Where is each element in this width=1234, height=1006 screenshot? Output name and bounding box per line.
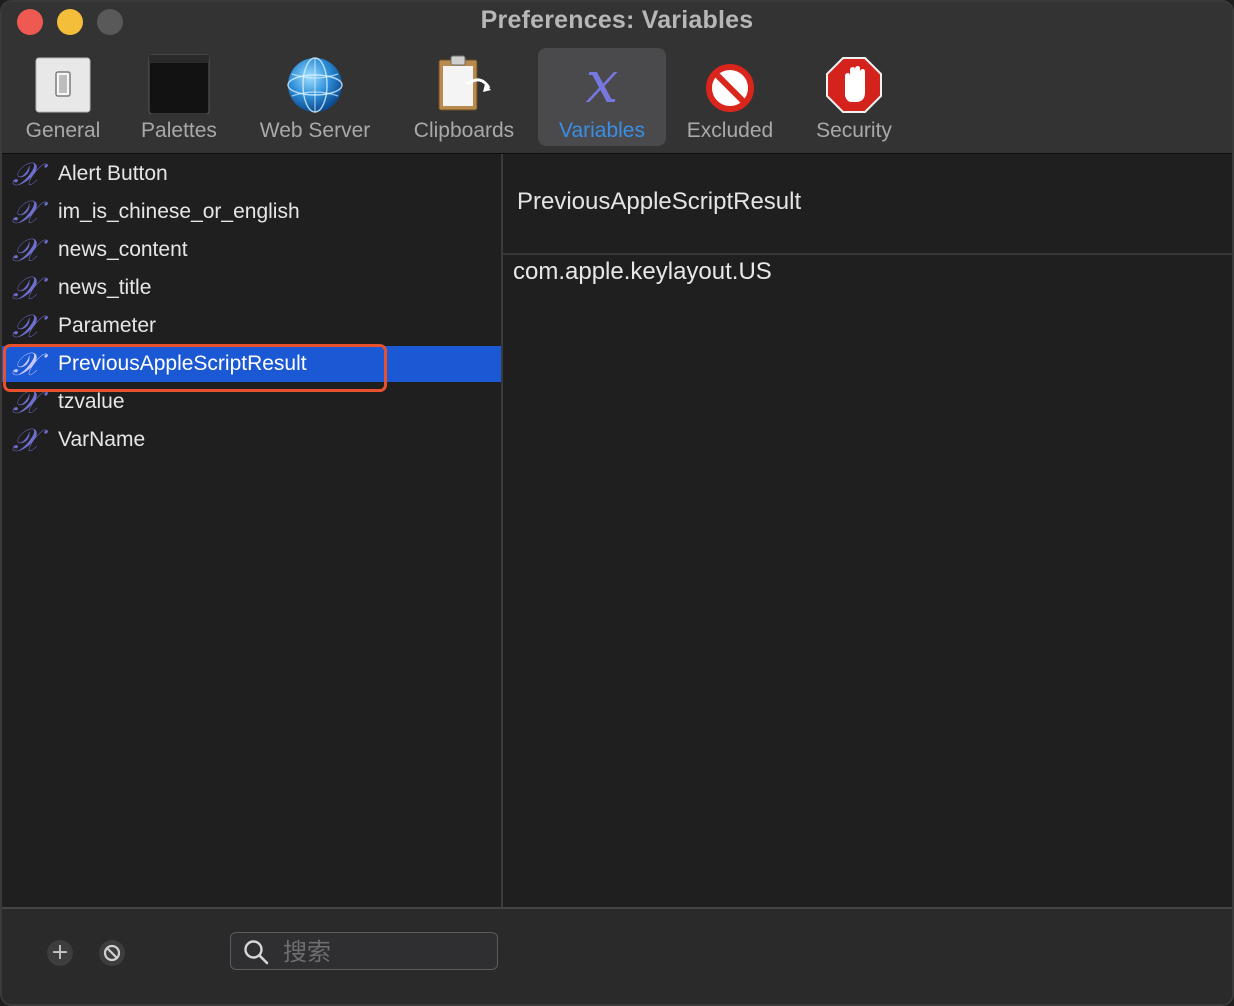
variable-name: PreviousAppleScriptResult <box>58 352 307 375</box>
variable-row-im-is-chinese-or-english[interactable]: 𝒳 im_is_chinese_or_english <box>2 194 501 230</box>
detail-divider <box>503 253 1232 255</box>
palettes-icon <box>148 54 210 114</box>
tab-web-server-label: Web Server <box>259 119 371 142</box>
tab-clipboards-label: Clipboards <box>413 119 515 142</box>
tab-excluded-label: Excluded <box>686 119 774 142</box>
search-field[interactable] <box>230 932 498 970</box>
variable-x-icon: x <box>586 52 619 114</box>
variable-icon: 𝒳 <box>12 421 40 459</box>
variable-row-tzvalue[interactable]: 𝒳 tzvalue <box>2 384 501 420</box>
variable-row-alert-button[interactable]: 𝒳 Alert Button <box>2 156 501 192</box>
window-title: Preferences: Variables <box>480 6 754 34</box>
variable-row-news-content[interactable]: 𝒳 news_content <box>2 232 501 268</box>
variable-name: Alert Button <box>58 162 168 185</box>
search-icon <box>244 940 269 965</box>
tab-palettes[interactable]: Palettes <box>129 48 229 146</box>
globe-icon <box>287 57 343 113</box>
tab-palettes-label: Palettes <box>141 119 217 142</box>
plus-icon: + <box>50 940 70 965</box>
tab-clipboards[interactable]: Clipboards <box>400 48 528 146</box>
preferences-window: Preferences: Variables General Palettes <box>0 0 1234 1006</box>
general-switch-icon <box>35 57 91 113</box>
variable-name: tzvalue <box>58 390 125 413</box>
search-input[interactable] <box>281 936 495 968</box>
add-variable-button[interactable]: + <box>47 940 73 966</box>
clipboard-icon <box>438 55 491 111</box>
variable-icon: 𝒳 <box>12 193 40 231</box>
variable-row-news-title[interactable]: 𝒳 news_title <box>2 270 501 306</box>
tab-web-server[interactable]: Web Server <box>247 48 383 146</box>
tab-general-label: General <box>25 119 101 142</box>
variable-name: Parameter <box>58 314 157 337</box>
variable-icon: 𝒳 <box>12 155 40 193</box>
variable-detail-name: PreviousAppleScriptResult <box>517 188 802 215</box>
tab-security-label: Security <box>816 119 892 142</box>
tab-general[interactable]: General <box>12 48 114 146</box>
variable-name: VarName <box>58 428 146 451</box>
variable-icon: 𝒳 <box>12 307 40 345</box>
tab-variables[interactable]: x Variables <box>538 48 666 146</box>
variable-row-varname[interactable]: 𝒳 VarName <box>2 422 501 458</box>
bottom-bar: + <box>2 907 1232 1004</box>
toolbar: Preferences: Variables General Palettes <box>2 2 1232 154</box>
variable-icon: 𝒳 <box>12 269 40 307</box>
variable-icon: 𝒳 <box>12 383 40 421</box>
tab-security[interactable]: Security <box>802 48 906 146</box>
variable-icon: 𝒳 <box>12 231 40 269</box>
variable-row-previousapplescriptresult[interactable]: 𝒳 PreviousAppleScriptResult <box>2 346 501 382</box>
variable-list[interactable]: 𝒳 Alert Button 𝒳 im_is_chinese_or_englis… <box>2 154 503 907</box>
stop-hand-icon <box>826 57 882 113</box>
delete-circle-slash-icon <box>103 944 121 962</box>
variable-detail-pane: PreviousAppleScriptResult com.apple.keyl… <box>503 154 1232 907</box>
variable-icon: 𝒳 <box>12 345 40 383</box>
tab-excluded[interactable]: Excluded <box>676 48 784 146</box>
svg-text:x: x <box>586 52 619 114</box>
tab-variables-label: Variables <box>559 119 645 142</box>
delete-variable-button[interactable] <box>99 940 125 966</box>
prohibited-icon <box>706 64 754 112</box>
variable-row-parameter[interactable]: 𝒳 Parameter <box>2 308 501 344</box>
variable-name: news_title <box>58 276 152 299</box>
variable-name: im_is_chinese_or_english <box>58 200 300 223</box>
variable-name: news_content <box>58 238 188 261</box>
variable-value-field[interactable]: com.apple.keylayout.US <box>513 258 772 286</box>
